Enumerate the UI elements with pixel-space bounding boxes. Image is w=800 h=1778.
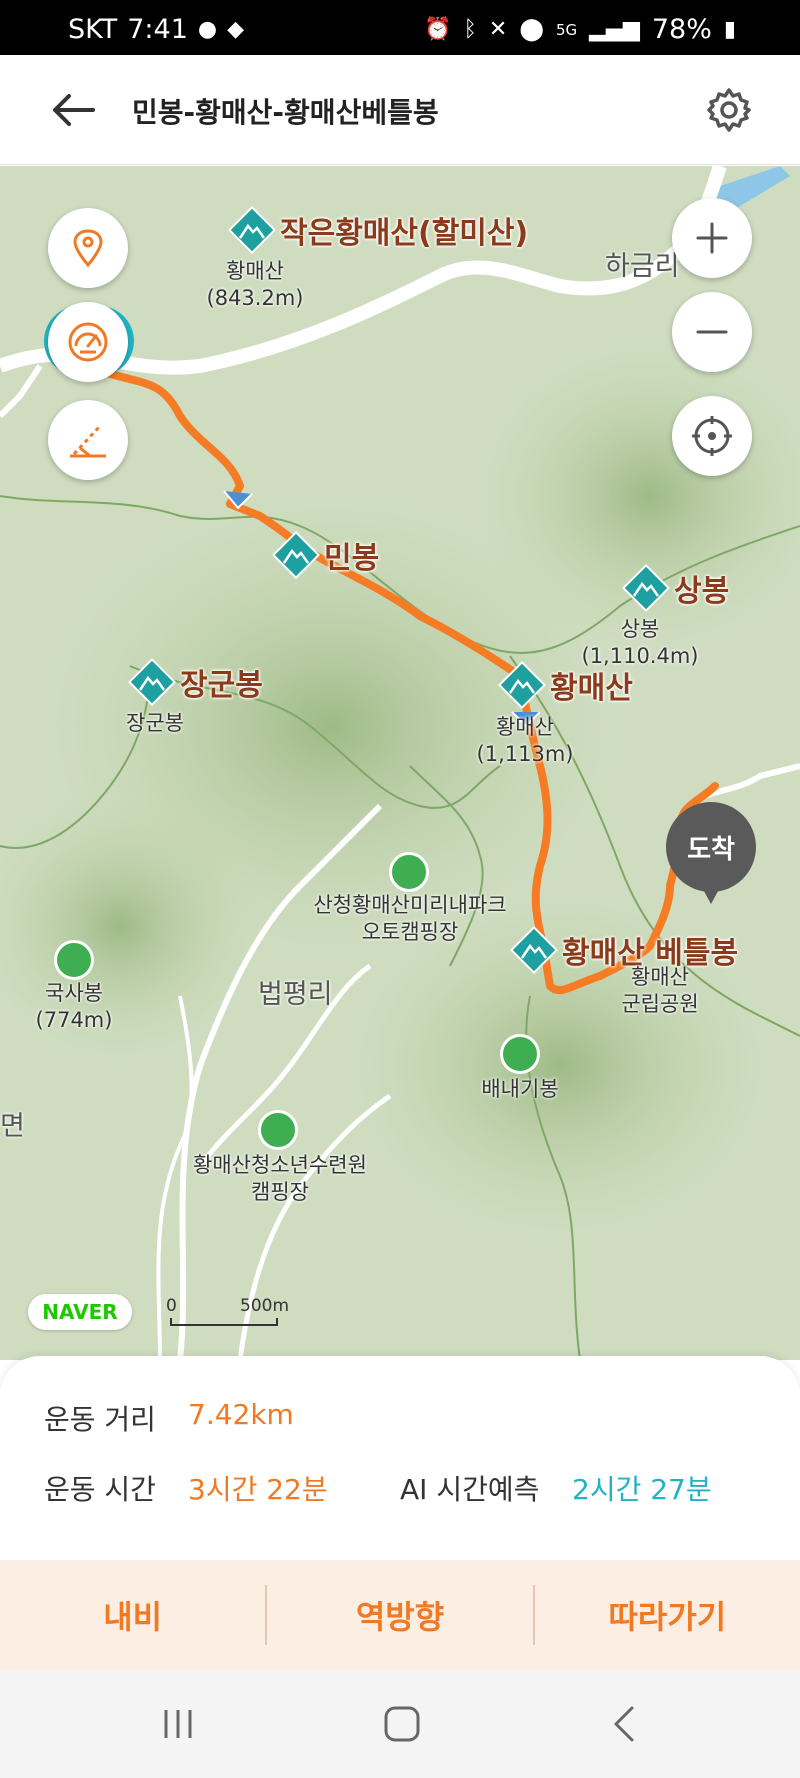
campsite-label: 황매산청소년수련원 캠핑장 [193, 1153, 367, 1204]
park-label: 황매산 군립공원 [621, 965, 699, 1016]
my-location-button[interactable] [672, 396, 752, 476]
back-button[interactable] [48, 85, 98, 135]
bluetooth-icon: ᛒ [463, 16, 477, 42]
crosshair-icon [692, 416, 732, 456]
mountain-peak-icon [498, 661, 546, 709]
network-5g-icon: 5G [555, 20, 578, 39]
speedometer-button[interactable] [48, 302, 128, 382]
peak-marker-minbong[interactable]: 민봉 [272, 531, 379, 579]
slope-icon [70, 424, 106, 458]
ai-prediction-value: 2시간 27분 [572, 1473, 712, 1506]
clock: 7:41 [127, 14, 188, 45]
distance-label: 운동 거리 [44, 1403, 156, 1436]
trail-map[interactable]: 작은황매산(할미산) 황매산 (843.2m) 민봉 상봉 상봉 (1,110.… [0, 166, 800, 1360]
system-nav-bar [0, 1670, 800, 1778]
peak-marker-hwangmaesan[interactable]: 황매산 [498, 661, 633, 709]
place-label-beobpyeongri: 법평리 [258, 979, 333, 1010]
alarm-icon: ⏰ [424, 16, 452, 42]
mountain-peak-icon [622, 564, 670, 612]
system-back-button[interactable] [586, 1692, 666, 1756]
campsite-pin-icon[interactable] [389, 852, 429, 892]
battery-icon: ▮ [723, 16, 736, 42]
distance-value: 7.42km [188, 1398, 294, 1431]
minus-icon [696, 330, 728, 334]
scale-zero: 0 [166, 1296, 177, 1316]
peak-name: 장군봉 [180, 668, 263, 703]
peak-name: 상봉 [674, 574, 730, 609]
time-label: 운동 시간 [44, 1473, 156, 1506]
campsite-label: 산청황매산미리내파크 오토캠핑장 [313, 893, 507, 944]
time-value: 3시간 22분 [188, 1473, 328, 1506]
app-header: 민봉-황매산-황매산베틀봉 [0, 55, 800, 165]
talk-icon: ● [197, 16, 218, 42]
shoe-icon: ◆ [227, 16, 245, 42]
navigation-button[interactable]: 내비 [0, 1585, 265, 1645]
chevron-left-icon [614, 1706, 634, 1742]
arrival-marker[interactable]: 도착 [666, 802, 756, 912]
zoom-in-button[interactable] [672, 198, 752, 278]
zoom-out-button[interactable] [672, 292, 752, 372]
battery-percent: 78% [651, 14, 712, 45]
action-bar: 내비 역방향 따라가기 [0, 1560, 800, 1670]
map-pin-icon [73, 229, 103, 268]
peak-elevation-label: 황매산 (1,113m) [476, 715, 574, 766]
peak-sub-label: 장군봉 [126, 711, 184, 735]
mountain-peak-icon [228, 206, 276, 254]
recent-apps-button[interactable] [138, 1692, 218, 1756]
place-label-hageumri: 하금리 [605, 251, 680, 282]
poi-label: 국사봉 (774m) [35, 981, 113, 1032]
status-bar: SKT 7:41 ● ◆ ⏰ ᛒ ✕ ⬤ 5G ▂▄▆ 78% ▮ [0, 0, 800, 55]
campsite-pin-icon[interactable] [258, 1110, 298, 1150]
back-arrow-icon [53, 94, 95, 126]
location-icon: ⬤ [519, 16, 544, 42]
home-icon [384, 1706, 420, 1742]
peak-marker-jageun-hwangmaesan[interactable]: 작은황매산(할미산) [228, 206, 528, 254]
page-title: 민봉-황매산-황매산베틀봉 [132, 96, 439, 129]
peak-name: 황매산 [550, 671, 633, 706]
peak-name: 작은황매산(할미산) [280, 216, 529, 251]
carrier-label: SKT [68, 14, 118, 45]
mountain-peak-icon [272, 531, 320, 579]
poi-label: 배내기봉 [481, 1077, 559, 1101]
reverse-route-button[interactable]: 역방향 [267, 1585, 532, 1645]
mute-icon: ✕ [488, 16, 508, 42]
peak-marker-sangbong[interactable]: 상봉 [622, 564, 729, 612]
speedometer-icon [68, 322, 108, 362]
peak-elevation-label: 황매산 (843.2m) [206, 259, 304, 310]
elevation-button[interactable] [48, 400, 128, 480]
mountain-pin-icon[interactable] [54, 940, 94, 980]
mountain-pin-icon[interactable] [500, 1034, 540, 1074]
place-label-myeon: 면 [0, 1111, 25, 1142]
scale-bar [170, 1318, 278, 1326]
gear-icon [707, 88, 751, 132]
settings-button[interactable] [702, 83, 756, 137]
signal-icon: ▂▄▆ [589, 16, 640, 42]
mountain-peak-icon [128, 658, 176, 706]
ai-prediction-label: AI 시간예측 [400, 1473, 540, 1506]
scale-label: 500m [240, 1296, 290, 1316]
follow-route-button[interactable]: 따라가기 [535, 1585, 800, 1645]
location-button[interactable] [48, 208, 128, 288]
plus-icon [696, 222, 728, 254]
home-button[interactable] [362, 1692, 442, 1756]
arrival-label: 도착 [666, 802, 756, 892]
recent-apps-icon [164, 1710, 192, 1738]
naver-logo: NAVER [28, 1294, 132, 1330]
stats-panel: 운동 거리 7.42km 운동 시간 3시간 22분 AI 시간예측 2시간 2… [0, 1356, 800, 1560]
arrival-pin-tip [699, 882, 723, 904]
peak-name: 민봉 [324, 541, 380, 576]
peak-marker-janggunbong[interactable]: 장군봉 [128, 658, 263, 706]
